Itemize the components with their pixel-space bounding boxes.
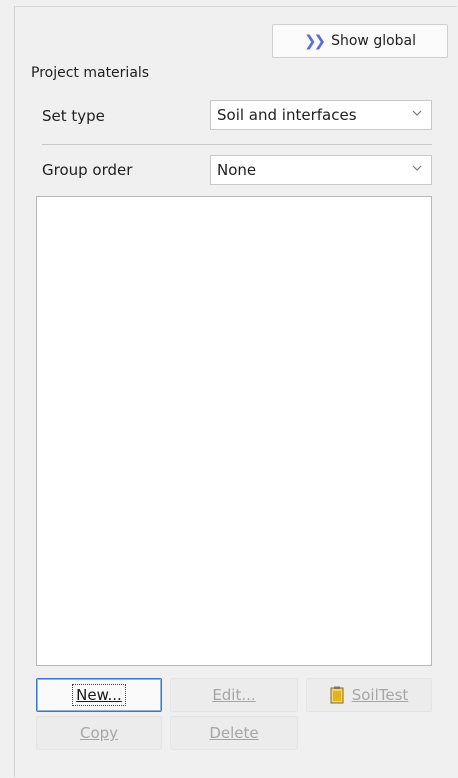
chevron-down-icon: [412, 165, 422, 171]
edit-button-label: Edit...: [212, 686, 256, 704]
new-button-label: New...: [72, 684, 126, 706]
materials-list[interactable]: [36, 196, 432, 666]
delete-button-label: Delete: [209, 724, 259, 742]
show-global-label: Show global: [331, 33, 417, 49]
copy-button[interactable]: Copy: [36, 716, 162, 750]
set-type-select[interactable]: Soil and interfaces: [210, 100, 432, 130]
group-order-value: None: [217, 161, 257, 179]
chevron-down-icon: [412, 110, 422, 116]
separator: [42, 144, 432, 145]
edit-button[interactable]: Edit...: [170, 678, 298, 712]
soiltest-icon: [330, 686, 344, 704]
group-order-select[interactable]: None: [210, 155, 432, 185]
delete-button[interactable]: Delete: [170, 716, 298, 750]
copy-button-label: Copy: [79, 724, 119, 742]
double-chevron-right-icon: ❯❯: [303, 32, 326, 50]
group-title: Project materials: [31, 65, 150, 81]
soiltest-button-label: SoilTest: [351, 686, 409, 704]
set-type-label: Set type: [42, 107, 105, 125]
show-global-button[interactable]: ❯❯ Show global: [272, 24, 448, 58]
new-button[interactable]: New...: [36, 678, 162, 712]
soiltest-button[interactable]: SoilTest: [306, 678, 432, 712]
group-order-label: Group order: [42, 161, 133, 179]
set-type-value: Soil and interfaces: [217, 106, 357, 124]
